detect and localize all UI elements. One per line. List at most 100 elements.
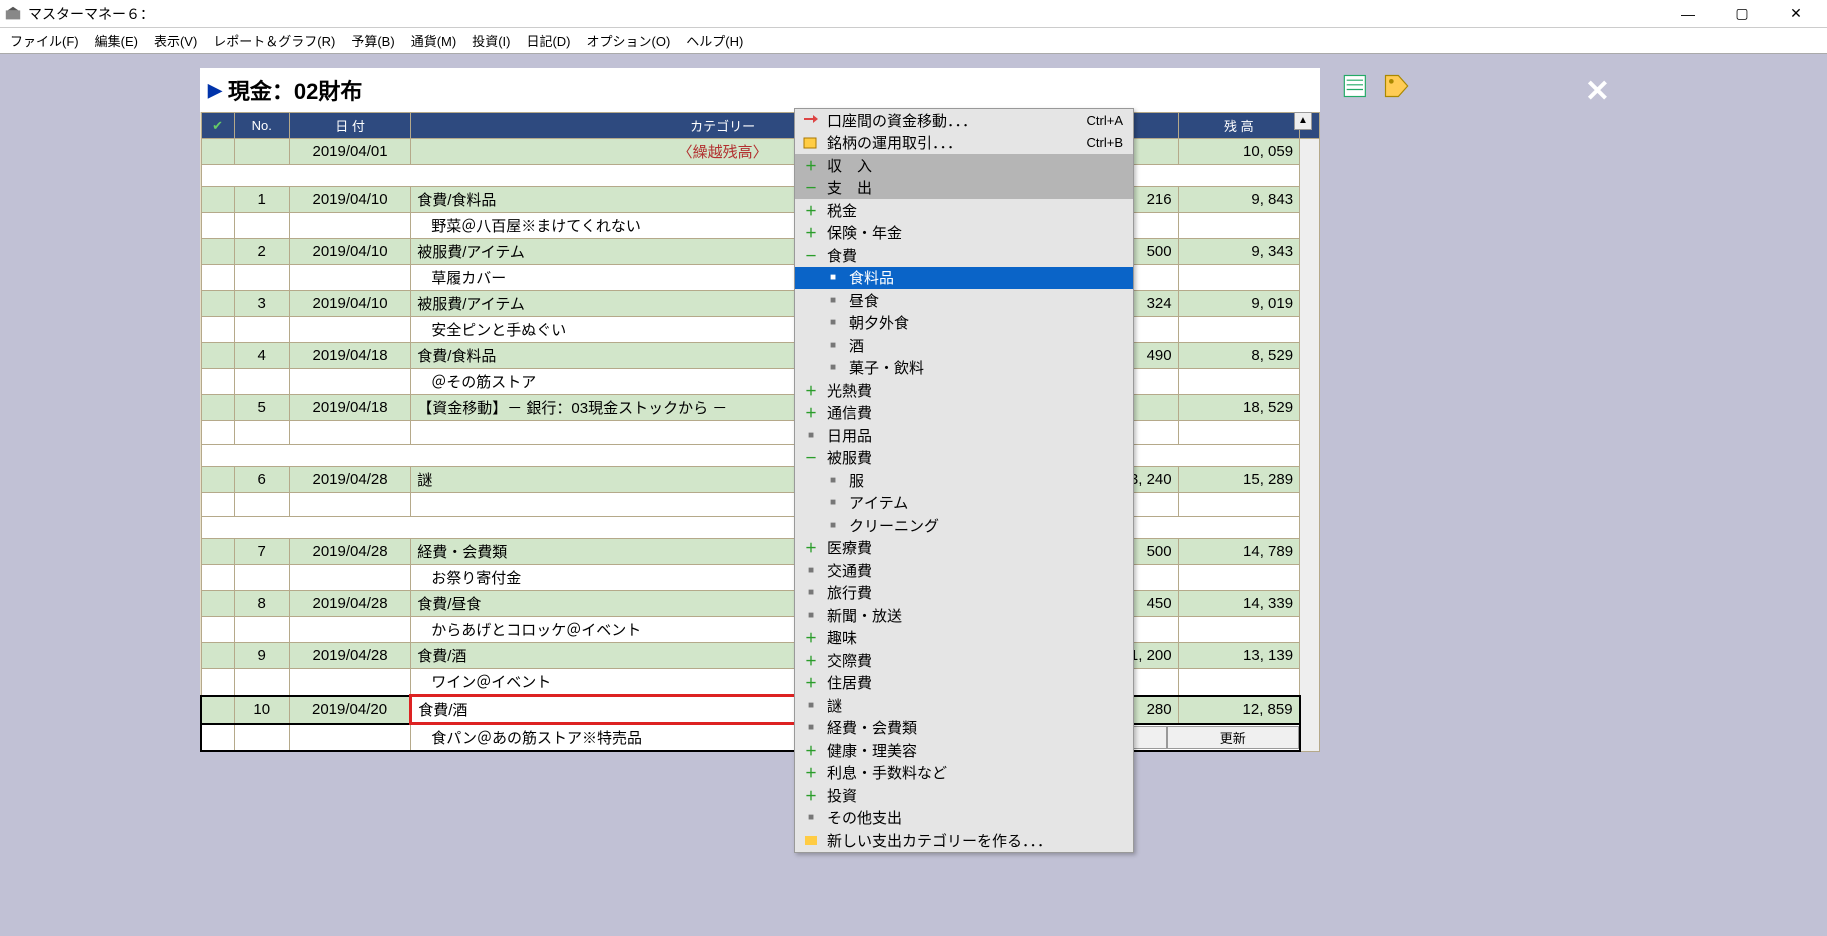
balance-cell[interactable]: 14, 789 <box>1178 539 1299 565</box>
balance-cell[interactable]: 8, 529 <box>1178 343 1299 369</box>
menu-item[interactable]: 日記(D) <box>518 28 578 53</box>
menu-item[interactable]: ヘルプ(H) <box>678 28 751 53</box>
popup-category[interactable]: ＋住居費 <box>795 672 1133 695</box>
date-cell[interactable] <box>289 669 410 696</box>
popup-category[interactable]: ■日用品 <box>795 424 1133 447</box>
date-cell[interactable] <box>289 421 410 445</box>
popup-category[interactable]: ＋利息・手数料など <box>795 762 1133 785</box>
date-cell[interactable] <box>289 317 410 343</box>
table-row[interactable]: 12019/04/10食費/食料品2169, 843 <box>201 187 1320 213</box>
date-cell[interactable]: 2019/04/10 <box>289 239 410 265</box>
date-cell[interactable]: 2019/04/10 <box>289 291 410 317</box>
popup-category[interactable]: ■謎 <box>795 694 1133 717</box>
detail-row[interactable]: お祭り寄付金 <box>201 565 1320 591</box>
balance-cell[interactable]: 13, 139 <box>1178 643 1299 669</box>
col-balance[interactable]: 残 高 <box>1178 113 1299 139</box>
bal-cell[interactable] <box>1178 669 1299 696</box>
table-row[interactable]: 82019/04/28食費/昼食45014, 339 <box>201 591 1320 617</box>
check-cell[interactable] <box>201 617 234 643</box>
popup-category[interactable]: ■その他支出 <box>795 807 1133 830</box>
check-cell[interactable] <box>201 395 234 421</box>
popup-category[interactable]: ＋投資 <box>795 784 1133 807</box>
date-cell[interactable] <box>289 724 410 752</box>
check-cell[interactable] <box>201 265 234 291</box>
menu-item[interactable]: 編集(E) <box>87 28 146 53</box>
menu-item[interactable]: 表示(V) <box>146 28 205 53</box>
close-panel-icon[interactable]: ✕ <box>1585 74 1610 109</box>
close-button[interactable]: ✕ <box>1769 0 1823 28</box>
popup-category[interactable]: ＋保険・年金 <box>795 222 1133 245</box>
date-cell[interactable]: 2019/04/20 <box>289 696 410 724</box>
check-cell[interactable] <box>201 539 234 565</box>
no-cell[interactable]: 3 <box>234 291 289 317</box>
no-cell[interactable] <box>234 213 289 239</box>
popup-category[interactable]: －支 出 <box>795 177 1133 200</box>
date-cell[interactable]: 2019/04/01 <box>289 139 410 165</box>
check-cell[interactable] <box>201 467 234 493</box>
menu-item[interactable]: 通貨(M) <box>403 28 465 53</box>
no-cell[interactable] <box>234 493 289 517</box>
no-cell[interactable] <box>234 139 289 165</box>
popup-category[interactable]: －食費 <box>795 244 1133 267</box>
date-cell[interactable]: 2019/04/28 <box>289 539 410 565</box>
bal-cell[interactable] <box>1178 493 1299 517</box>
date-cell[interactable] <box>289 265 410 291</box>
check-cell[interactable] <box>201 369 234 395</box>
date-cell[interactable] <box>289 493 410 517</box>
balance-cell[interactable]: 14, 339 <box>1178 591 1299 617</box>
detail-row[interactable]: 草履カバー <box>201 265 1320 291</box>
bal-cell[interactable]: 10, 059 <box>1178 139 1299 165</box>
date-cell[interactable]: 2019/04/18 <box>289 395 410 421</box>
popup-category[interactable]: ＋通信費 <box>795 402 1133 425</box>
no-cell[interactable] <box>234 565 289 591</box>
table-row[interactable]: 52019/04/18【資金移動】－ 銀行：03現金ストックから －18, 52… <box>201 395 1320 421</box>
popup-category[interactable]: ＋交際費 <box>795 649 1133 672</box>
no-cell[interactable] <box>234 369 289 395</box>
detail-row[interactable]: ワイン＠イベント <box>201 669 1320 696</box>
popup-subcategory[interactable]: ■朝夕外食 <box>795 312 1133 335</box>
date-cell[interactable] <box>289 565 410 591</box>
date-cell[interactable]: 2019/04/28 <box>289 591 410 617</box>
col-check[interactable]: ✔ <box>201 113 234 139</box>
detail-row[interactable] <box>201 493 1320 517</box>
bal-cell[interactable] <box>1178 421 1299 445</box>
detail-row[interactable]: からあげとコロッケ＠イベント <box>201 617 1320 643</box>
bal-cell[interactable] <box>1178 317 1299 343</box>
date-cell[interactable] <box>289 617 410 643</box>
detail-row[interactable]: ＠その筋ストア <box>201 369 1320 395</box>
check-cell[interactable] <box>201 139 234 165</box>
bal-cell[interactable] <box>1178 369 1299 395</box>
no-cell[interactable]: 6 <box>234 467 289 493</box>
check-cell[interactable] <box>201 421 234 445</box>
popup-subcategory[interactable]: ■酒 <box>795 334 1133 357</box>
check-cell[interactable] <box>201 187 234 213</box>
popup-action[interactable]: 銘柄の運用取引．．．Ctrl+B <box>795 132 1133 155</box>
date-cell[interactable]: 2019/04/10 <box>289 187 410 213</box>
table-row[interactable]: 22019/04/10被服費/アイテム5009, 343 <box>201 239 1320 265</box>
col-no[interactable]: No. <box>234 113 289 139</box>
maximize-button[interactable]: ▢ <box>1715 0 1769 28</box>
bal-cell[interactable] <box>1178 565 1299 591</box>
no-cell[interactable] <box>234 724 289 752</box>
menu-item[interactable]: オプション(O) <box>579 28 679 53</box>
check-cell[interactable] <box>201 343 234 369</box>
popup-category[interactable]: ＋収 入 <box>795 154 1133 177</box>
detail-row[interactable]: 安全ピンと手ぬぐい <box>201 317 1320 343</box>
table-row[interactable]: 92019/04/28食費/酒1, 20013, 139 <box>201 643 1320 669</box>
bal-cell[interactable] <box>1178 265 1299 291</box>
popup-subcategory[interactable]: ■菓子・飲料 <box>795 357 1133 380</box>
popup-subcategory[interactable]: ■服 <box>795 469 1133 492</box>
table-row[interactable]: 62019/04/28謎3, 24015, 289 <box>201 467 1320 493</box>
popup-subcategory[interactable]: ■昼食 <box>795 289 1133 312</box>
check-cell[interactable] <box>201 643 234 669</box>
popup-subcategory[interactable]: ■食料品 <box>795 267 1133 290</box>
popup-subcategory[interactable]: ■クリーニング <box>795 514 1133 537</box>
table-row[interactable]: 72019/04/28経費・会費類50014, 789 <box>201 539 1320 565</box>
date-cell[interactable]: 2019/04/28 <box>289 467 410 493</box>
no-cell[interactable] <box>234 317 289 343</box>
popup-category[interactable]: ＋医療費 <box>795 537 1133 560</box>
no-cell[interactable] <box>234 265 289 291</box>
menu-item[interactable]: レポート＆グラフ(R) <box>205 28 343 53</box>
bal-cell[interactable] <box>1178 617 1299 643</box>
popup-category[interactable]: －被服費 <box>795 447 1133 470</box>
